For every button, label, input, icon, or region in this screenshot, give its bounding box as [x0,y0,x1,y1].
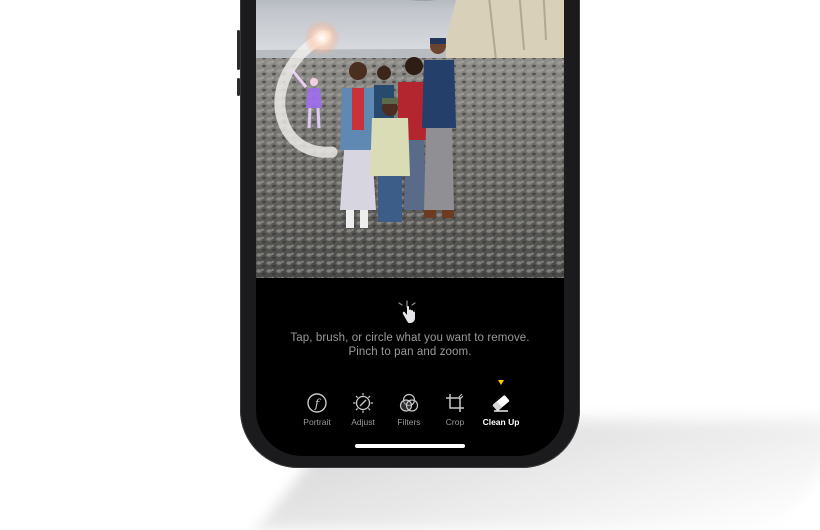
tool-label: Crop [445,417,465,427]
svg-text:f: f [314,397,322,411]
home-indicator[interactable] [355,444,465,448]
tool-crop[interactable]: Crop [432,392,478,427]
instruction-text: Tap, brush, or circle what you want to r… [290,332,530,344]
tool-label: Filters [397,417,421,427]
tool-clean-up[interactable]: Clean Up [478,392,524,427]
phone-side-button [237,78,240,96]
phone-screen: Tap, brush, or circle what you want to r… [256,0,564,456]
portrait-f-icon: f [307,393,327,413]
eraser-icon [492,395,510,412]
tool-label: Adjust [351,417,375,427]
instruction-text-secondary: Pinch to pan and zoom. [348,346,472,358]
tool-portrait[interactable]: f Portrait [294,392,340,427]
phone-side-button [237,30,240,70]
filters-circles-icon [399,393,419,412]
tool-filters[interactable]: Filters [386,392,432,427]
adjust-dial-icon [352,392,374,414]
tap-gesture-icon [398,300,416,323]
tool-adjust[interactable]: Adjust [340,392,386,427]
photo-canvas[interactable] [256,0,564,278]
tool-label: Clean Up [482,417,520,427]
tool-label: Portrait [303,417,331,427]
edit-toolbar: f Portrait Adjust Filters Crop Clean Up [294,378,534,428]
crop-icon [446,393,464,412]
